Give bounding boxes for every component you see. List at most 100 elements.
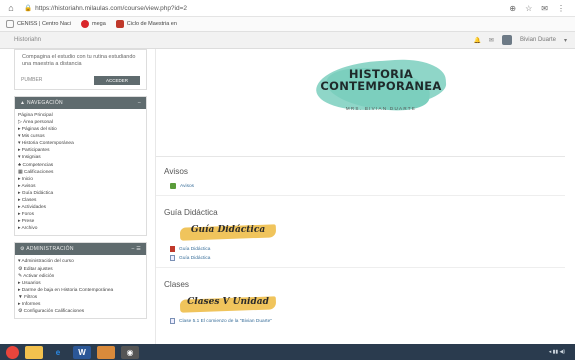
promo-text: Compagina el estudio con tu rutina estud… [22, 54, 136, 68]
page-icon [6, 20, 14, 28]
system-tray[interactable]: ◂ ▮▮ ◀) [549, 349, 565, 355]
avatar[interactable] [501, 35, 512, 45]
banner-title: HISTORIA CONTEMPORANEA [306, 68, 456, 92]
admin-item[interactable]: ✎ Activar edición [18, 273, 143, 280]
activity-link[interactable]: Clase 5.1 El comienzo de la "Bivian Duar… [170, 318, 557, 324]
section-title: Guía Didáctica [164, 208, 218, 217]
nav-item[interactable]: ▸ Avisos [18, 183, 143, 190]
promo-block: Compagina el estudio con tu rutina estud… [14, 49, 147, 90]
admin-item[interactable]: ▸ Informes [18, 301, 143, 308]
address-bar[interactable]: 🔒 https://historiahn.milaulas.com/course/… [24, 4, 509, 12]
section-ribbon: Clases V Unidad [179, 296, 277, 313]
activity-label: Guía Didáctica [179, 246, 211, 252]
banner-subtitle: MRS. BIVIAN DUARTE [345, 106, 417, 111]
collapse-icon[interactable]: – ☰ [131, 246, 141, 252]
nav-item[interactable]: ▸ Guía Didáctica [18, 190, 143, 197]
admin-item[interactable]: ▼ Filtros [18, 294, 143, 301]
admin-item[interactable]: ⚙ Configuración Calificaciones [18, 308, 143, 315]
nav-item[interactable]: ▸ Clases [18, 197, 143, 204]
left-column: Compagina el estudio con tu rutina estud… [14, 49, 147, 344]
nav-item[interactable]: ▸ Participantes [18, 147, 143, 154]
admin-tree: ▾ Administración del curso ⚙ Editar ajus… [15, 255, 146, 318]
bookmark-label: mega [92, 21, 106, 27]
navigation-header[interactable]: ▲ NAVEGACIÓN – [15, 96, 146, 109]
course-banner: HISTORIA CONTEMPORANEA MRS. BIVIAN DUART… [156, 49, 565, 157]
nav-item[interactable]: ▸ Archivo [18, 225, 143, 232]
forum-icon [170, 183, 176, 189]
nav-item[interactable]: ▸ Foros [18, 211, 143, 218]
document-icon [170, 255, 175, 261]
nav-item[interactable]: ▾ Insignias [18, 154, 143, 161]
navigation-title: NAVEGACIÓN [26, 99, 63, 106]
admin-item[interactable]: ▸ Darme de baja en Historia Contemporáne… [18, 287, 143, 294]
nav-item[interactable]: ▸ Actividades [18, 204, 143, 211]
access-button[interactable]: ACCEDER [93, 75, 140, 85]
banner-title-line: CONTEMPORANEA [320, 79, 442, 94]
bookmark-item[interactable]: CENISS | Centro Naci [6, 20, 71, 28]
admin-block: ⚙ ADMINISTRACIÓN – ☰ ▾ Administración de… [14, 242, 147, 320]
section-clases: Clases Clases V Unidad Clase 5.1 El comi… [156, 267, 565, 324]
nav-item[interactable]: ▸ Inicio [18, 176, 143, 183]
site-navbar: Historiahn 🔔 ✉ Bivian Duarte ▾ [0, 32, 575, 49]
folder-icon[interactable] [25, 345, 43, 359]
bookmark-label: Ciclo de Maestria en [126, 21, 177, 27]
taskbar: e W ◉ ◂ ▮▮ ◀) [0, 344, 575, 360]
activity-link[interactable]: Guía Didáctica [170, 255, 557, 261]
nav-item[interactable]: ♣ Competencias [18, 162, 143, 169]
course-content: HISTORIA CONTEMPORANEA MRS. BIVIAN DUART… [155, 49, 565, 344]
nav-item[interactable]: ▸ Prese [18, 218, 143, 225]
notifications-icon[interactable]: 🔔 [473, 37, 480, 44]
ie-icon[interactable]: e [49, 346, 67, 359]
section-avisos: Avisos Avisos [156, 157, 565, 189]
bookmark-item[interactable]: Ciclo de Maestria en [115, 20, 177, 28]
bookmarks-bar: CENISS | Centro Naci mega Ciclo de Maest… [0, 17, 575, 32]
admin-header[interactable]: ⚙ ADMINISTRACIÓN – ☰ [15, 243, 146, 256]
collapse-icon[interactable]: – [138, 100, 141, 106]
gmail-icon[interactable]: ✉ [541, 4, 548, 13]
login-label: PUMBER [21, 77, 43, 84]
nav-item[interactable]: ▾ Mis cursos [18, 133, 143, 140]
nav-item[interactable]: ▾ Historia Contemporánea [18, 140, 143, 147]
chrome-icon[interactable] [6, 345, 19, 359]
activity-label: Avisos [180, 183, 195, 189]
activity-label: Clase 5.1 El comienzo de la "Bivian Duar… [179, 318, 272, 324]
nav-item[interactable]: ▸ Páginas del sitio [18, 126, 143, 133]
user-name[interactable]: Bivian Duarte [520, 37, 556, 43]
section-guia: Guía Didáctica Guía Didáctica Guía Didác… [156, 195, 565, 261]
document-icon [170, 318, 175, 324]
browser-toolbar: ⌂ 🔒 https://historiahn.milaulas.com/cours… [0, 0, 575, 17]
menu-icon[interactable]: ⋮ [557, 4, 565, 13]
nav-item[interactable]: Página Principal [18, 112, 143, 119]
bookmark-item[interactable]: mega [81, 20, 106, 28]
lock-icon: 🔒 [24, 5, 33, 12]
navigation-block: ▲ NAVEGACIÓN – Página Principal ▷ Área p… [14, 95, 147, 237]
word-icon[interactable]: W [73, 345, 91, 359]
activity-label: Guía Didáctica [179, 255, 211, 261]
ribbon-text: Guía Didáctica [190, 225, 266, 235]
home-icon[interactable]: ⌂ [4, 3, 18, 13]
section-title: Clases [164, 280, 190, 289]
nav-item[interactable]: ▷ Área personal [18, 119, 143, 126]
chevron-down-icon[interactable]: ▾ [564, 37, 567, 44]
bookmark-icon [115, 20, 124, 28]
section-title: Avisos [164, 167, 188, 176]
activity-link[interactable]: Avisos [170, 183, 557, 189]
url-text: https://historiahn.milaulas.com/course/v… [35, 5, 188, 12]
bookmark-label: CENISS | Centro Naci [17, 21, 72, 27]
activity-link[interactable]: Guía Didáctica [170, 246, 557, 252]
nav-item[interactable]: ▦ Calificaciones [18, 169, 143, 176]
site-name[interactable]: Historiahn [14, 37, 41, 43]
admin-title: ADMINISTRACIÓN [26, 246, 74, 253]
mega-icon [81, 20, 90, 28]
admin-item[interactable]: ⚙ Editar ajustes [18, 266, 143, 273]
zoom-icon[interactable]: ⊕ [509, 4, 516, 13]
pdf-icon [170, 246, 175, 252]
media-icon[interactable] [97, 345, 115, 359]
admin-item[interactable]: ▸ Usuarios [18, 280, 143, 287]
sitemap-icon: ▲ [20, 99, 27, 106]
camera-icon[interactable]: ◉ [121, 345, 139, 359]
messages-icon[interactable]: ✉ [489, 37, 494, 44]
admin-item[interactable]: ▾ Administración del curso [18, 258, 143, 265]
ribbon-text: Clases V Unidad [187, 297, 269, 307]
star-icon[interactable]: ☆ [525, 4, 532, 13]
